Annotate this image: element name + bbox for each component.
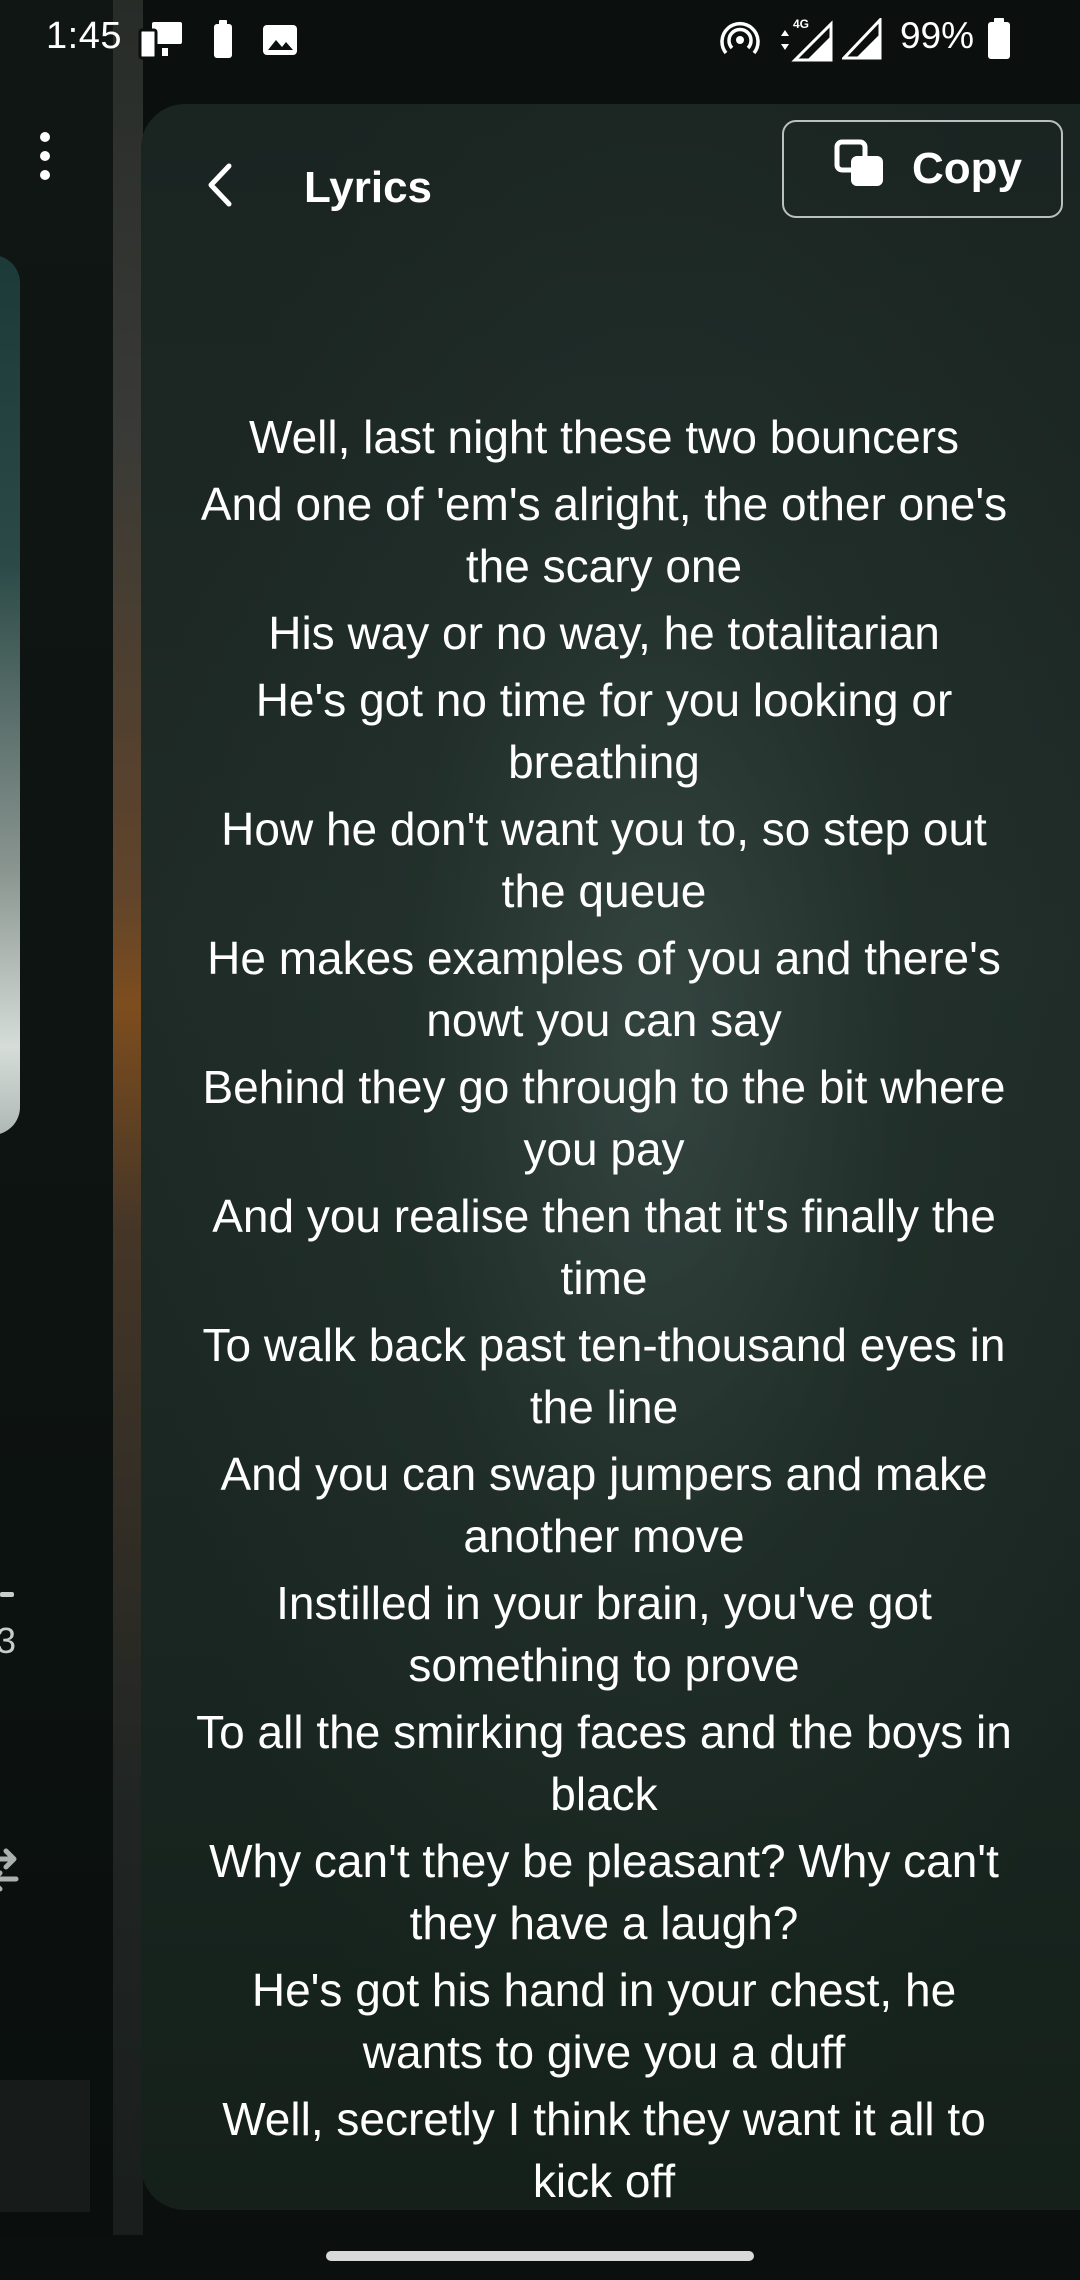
back-button[interactable] bbox=[185, 142, 255, 232]
battery-percent: 99% bbox=[899, 15, 974, 56]
background-artwork-strip bbox=[113, 0, 143, 2235]
lyric-line: To walk back past ten-thousand eyes in t… bbox=[202, 1319, 1006, 1433]
lyric-line: Well, secretly I think they want it all … bbox=[222, 2093, 986, 2207]
lyric-line: And you can swap jumpers and make anothe… bbox=[220, 1448, 988, 1562]
lyric-line: He's got no time for you looking or brea… bbox=[255, 674, 953, 788]
progress-bar[interactable] bbox=[0, 1592, 14, 1597]
screen-mirror-icon bbox=[138, 20, 186, 65]
hotspot-icon bbox=[720, 20, 760, 65]
mini-panel bbox=[0, 2080, 90, 2212]
lyric-line: Instilled in your brain, you've got some… bbox=[276, 1577, 932, 1691]
copy-icon bbox=[834, 139, 886, 200]
repeat-icon[interactable] bbox=[0, 1845, 22, 1900]
partial-time-label: 3 bbox=[0, 1620, 17, 1661]
lyric-line: How he don't want you to, so step out th… bbox=[221, 803, 987, 917]
battery-icon bbox=[986, 18, 1012, 65]
copy-button[interactable]: Copy bbox=[782, 120, 1063, 218]
signal-4g-icon: 4G bbox=[775, 16, 835, 67]
lyrics-sheet: Lyrics Copy Well, last night these two b… bbox=[141, 104, 1080, 2210]
lyric-line: To all the smirking faces and the boys i… bbox=[196, 1706, 1012, 1820]
image-icon bbox=[262, 20, 298, 65]
gesture-nav-handle[interactable] bbox=[326, 2251, 754, 2261]
lyric-line: And you realise then that it's finally t… bbox=[212, 1190, 996, 1304]
lyrics-text: Well, last night these two bouncers And … bbox=[189, 406, 1019, 2210]
lyric-line: Why can't they be pleasant? Why can't th… bbox=[209, 1835, 999, 1949]
signal-icon bbox=[840, 16, 882, 65]
page-title: Lyrics bbox=[304, 163, 433, 212]
status-time: 1:45 bbox=[46, 15, 122, 57]
status-bar: 1:45 4G 99% bbox=[0, 0, 1080, 80]
lyric-line: Behind they go through to the bit where … bbox=[202, 1061, 1006, 1175]
more-vert-icon[interactable] bbox=[32, 132, 58, 186]
lyric-line: His way or no way, he totalitarian bbox=[268, 607, 940, 659]
lyric-line: He makes examples of you and there's now… bbox=[207, 932, 1001, 1046]
lyric-line: He's got his hand in your chest, he want… bbox=[251, 1964, 957, 2078]
lyric-line: And one of 'em's alright, the other one'… bbox=[200, 478, 1008, 592]
battery-small-icon bbox=[212, 20, 234, 65]
network-label: 4G bbox=[793, 17, 809, 31]
chevron-left-icon bbox=[205, 162, 235, 213]
copy-label: Copy bbox=[912, 144, 1022, 193]
album-art[interactable] bbox=[0, 255, 20, 1135]
lyric-line: Well, last night these two bouncers bbox=[249, 411, 959, 463]
